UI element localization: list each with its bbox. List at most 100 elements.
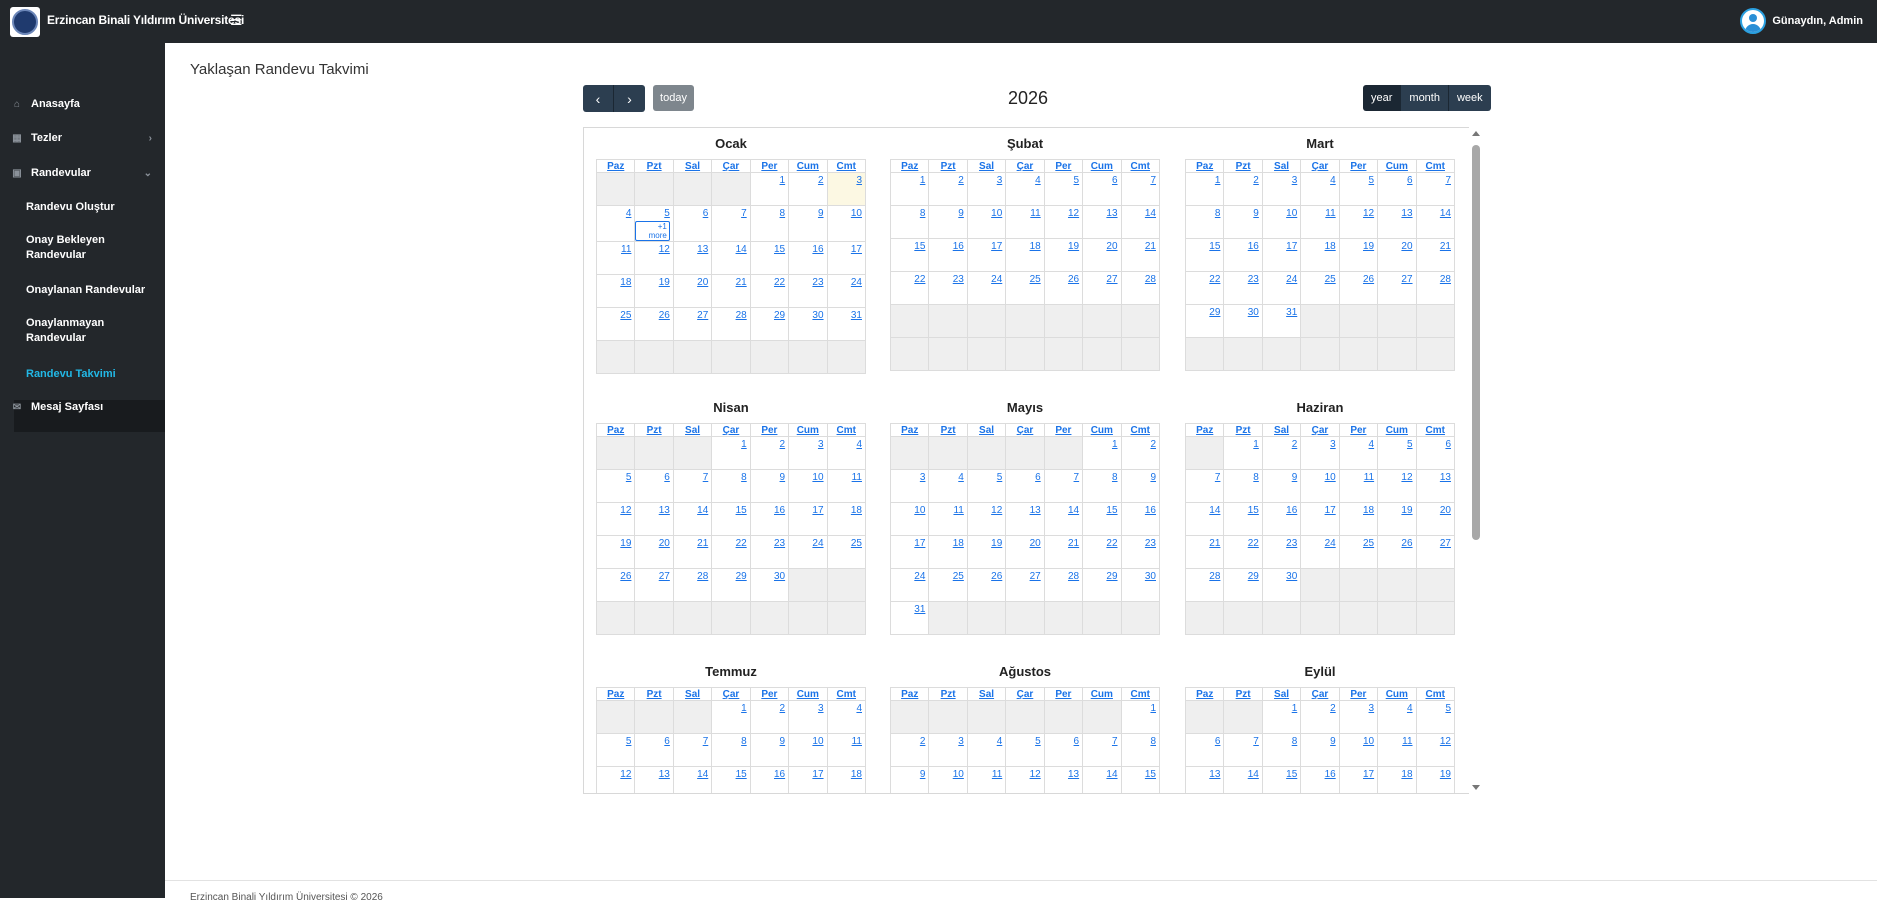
weekday-header[interactable]: Paz bbox=[595, 423, 636, 437]
day-number-link[interactable]: 24 bbox=[914, 571, 925, 582]
weekday-header[interactable]: Çar bbox=[1300, 687, 1340, 701]
day-number-link[interactable]: 9 bbox=[920, 769, 926, 780]
weekday-header[interactable]: Paz bbox=[1184, 159, 1225, 173]
day-number-link[interactable]: 21 bbox=[1068, 538, 1079, 549]
day-cell[interactable]: 18 bbox=[928, 535, 968, 569]
day-number-link[interactable]: 14 bbox=[1106, 769, 1117, 780]
day-number-link[interactable]: 24 bbox=[1325, 538, 1336, 549]
day-cell[interactable]: 14 bbox=[672, 766, 713, 793]
weekday-header[interactable]: Sal bbox=[672, 423, 713, 437]
day-cell[interactable]: 8 bbox=[711, 469, 751, 503]
day-cell[interactable]: 16 bbox=[928, 238, 968, 272]
weekday-header[interactable]: Çar bbox=[711, 687, 751, 701]
day-number-link[interactable]: 25 bbox=[1363, 538, 1374, 549]
day-cell[interactable]: 27 bbox=[1377, 271, 1417, 305]
day-number-link[interactable]: 28 bbox=[697, 571, 708, 582]
day-number-link[interactable]: 5 bbox=[626, 736, 632, 747]
day-cell[interactable]: 22 bbox=[1082, 535, 1122, 569]
day-number-link[interactable]: 8 bbox=[741, 736, 747, 747]
weekday-header[interactable]: Cmt bbox=[826, 687, 867, 701]
day-number-link[interactable]: 24 bbox=[812, 538, 823, 549]
day-cell[interactable]: 20 bbox=[672, 274, 713, 308]
day-cell[interactable]: 15 bbox=[1261, 766, 1302, 793]
day-number-link[interactable]: 14 bbox=[697, 769, 708, 780]
day-number-link[interactable]: 19 bbox=[1363, 241, 1374, 252]
weekday-header[interactable]: Per bbox=[1338, 159, 1379, 173]
day-number-link[interactable]: 15 bbox=[1248, 505, 1259, 516]
weekday-header[interactable]: Cum bbox=[1377, 423, 1417, 437]
day-cell[interactable]: 16 bbox=[788, 241, 828, 275]
weekday-header[interactable]: Pzt bbox=[928, 423, 968, 437]
day-cell[interactable]: 6 bbox=[1043, 733, 1084, 767]
day-number-link[interactable]: 15 bbox=[736, 769, 747, 780]
day-cell[interactable]: 15 bbox=[749, 241, 790, 275]
day-cell[interactable]: 4 bbox=[1300, 172, 1340, 206]
day-number-link[interactable]: 17 bbox=[812, 769, 823, 780]
day-cell[interactable]: 13 bbox=[1005, 502, 1045, 536]
day-number-link[interactable]: 30 bbox=[1145, 571, 1156, 582]
day-number-link[interactable]: 17 bbox=[1286, 241, 1297, 252]
day-cell[interactable]: 12 bbox=[966, 502, 1007, 536]
day-number-link[interactable]: 13 bbox=[1440, 472, 1451, 483]
day-number-link[interactable]: 11 bbox=[1325, 208, 1335, 219]
day-number-link[interactable]: 10 bbox=[1363, 736, 1374, 747]
day-number-link[interactable]: 30 bbox=[1286, 571, 1297, 582]
day-number-link[interactable]: 26 bbox=[1401, 538, 1412, 549]
day-cell[interactable]: 25 bbox=[595, 307, 636, 341]
day-cell[interactable]: 31 bbox=[889, 601, 930, 635]
weekday-header[interactable]: Cum bbox=[788, 423, 828, 437]
day-cell[interactable]: 24 bbox=[889, 568, 930, 602]
day-cell[interactable]: 9 bbox=[749, 469, 790, 503]
day-number-link[interactable]: 2 bbox=[780, 439, 786, 450]
day-cell[interactable]: 5 bbox=[966, 469, 1007, 503]
day-cell[interactable]: 17 bbox=[1261, 238, 1302, 272]
day-cell[interactable]: 23 bbox=[749, 535, 790, 569]
day-number-link[interactable]: 14 bbox=[1068, 505, 1079, 516]
day-number-link[interactable]: 1 bbox=[920, 175, 926, 186]
day-cell[interactable]: 20 bbox=[634, 535, 674, 569]
weekday-header[interactable]: Çar bbox=[711, 423, 751, 437]
day-cell[interactable]: 4 bbox=[595, 205, 636, 242]
day-cell[interactable]: 15 bbox=[889, 238, 930, 272]
day-number-link[interactable]: 23 bbox=[774, 538, 785, 549]
day-cell[interactable]: 6 bbox=[1184, 733, 1225, 767]
weekday-header[interactable]: Cmt bbox=[1120, 687, 1161, 701]
day-cell[interactable]: 2 bbox=[889, 733, 930, 767]
day-number-link[interactable]: 7 bbox=[1112, 736, 1118, 747]
weekday-header[interactable]: Cum bbox=[788, 687, 828, 701]
day-number-link[interactable]: 14 bbox=[1209, 505, 1220, 516]
day-cell[interactable]: 2 bbox=[788, 172, 828, 206]
day-number-link[interactable]: 14 bbox=[1248, 769, 1259, 780]
day-number-link[interactable]: 2 bbox=[920, 736, 926, 747]
day-number-link[interactable]: 15 bbox=[1286, 769, 1297, 780]
day-number-link[interactable]: 1 bbox=[1215, 175, 1221, 186]
day-cell[interactable]: 26 bbox=[634, 307, 674, 341]
day-cell[interactable]: 1 bbox=[749, 172, 790, 206]
day-cell[interactable]: 13 bbox=[1082, 205, 1122, 239]
day-number-link[interactable]: 14 bbox=[697, 505, 708, 516]
day-number-link[interactable]: 12 bbox=[991, 505, 1002, 516]
day-number-link[interactable]: 24 bbox=[1286, 274, 1297, 285]
day-cell[interactable]: 9 bbox=[1120, 469, 1161, 503]
day-cell[interactable]: 10 bbox=[889, 502, 930, 536]
day-number-link[interactable]: 7 bbox=[1074, 472, 1080, 483]
day-cell[interactable]: 24 bbox=[1261, 271, 1302, 305]
day-cell[interactable]: 27 bbox=[1082, 271, 1122, 305]
weekday-header[interactable]: Pzt bbox=[928, 159, 968, 173]
day-number-link[interactable]: 10 bbox=[914, 505, 925, 516]
day-number-link[interactable]: 6 bbox=[703, 208, 709, 219]
day-cell[interactable]: 11 bbox=[1300, 205, 1340, 239]
day-cell[interactable]: 1 bbox=[711, 436, 751, 470]
day-cell[interactable]: 17 bbox=[1300, 502, 1340, 536]
weekday-header[interactable]: Cmt bbox=[1120, 423, 1161, 437]
day-number-link[interactable]: 18 bbox=[851, 769, 862, 780]
day-number-link[interactable]: 9 bbox=[1253, 208, 1259, 219]
day-number-link[interactable]: 12 bbox=[1401, 472, 1412, 483]
day-number-link[interactable]: 19 bbox=[991, 538, 1002, 549]
day-number-link[interactable]: 7 bbox=[1215, 472, 1221, 483]
weekday-header[interactable]: Paz bbox=[595, 687, 636, 701]
day-cell[interactable]: 6 bbox=[634, 733, 674, 767]
day-cell[interactable]: 28 bbox=[1043, 568, 1084, 602]
day-number-link[interactable]: 4 bbox=[856, 439, 862, 450]
day-cell[interactable]: 30 bbox=[1120, 568, 1161, 602]
